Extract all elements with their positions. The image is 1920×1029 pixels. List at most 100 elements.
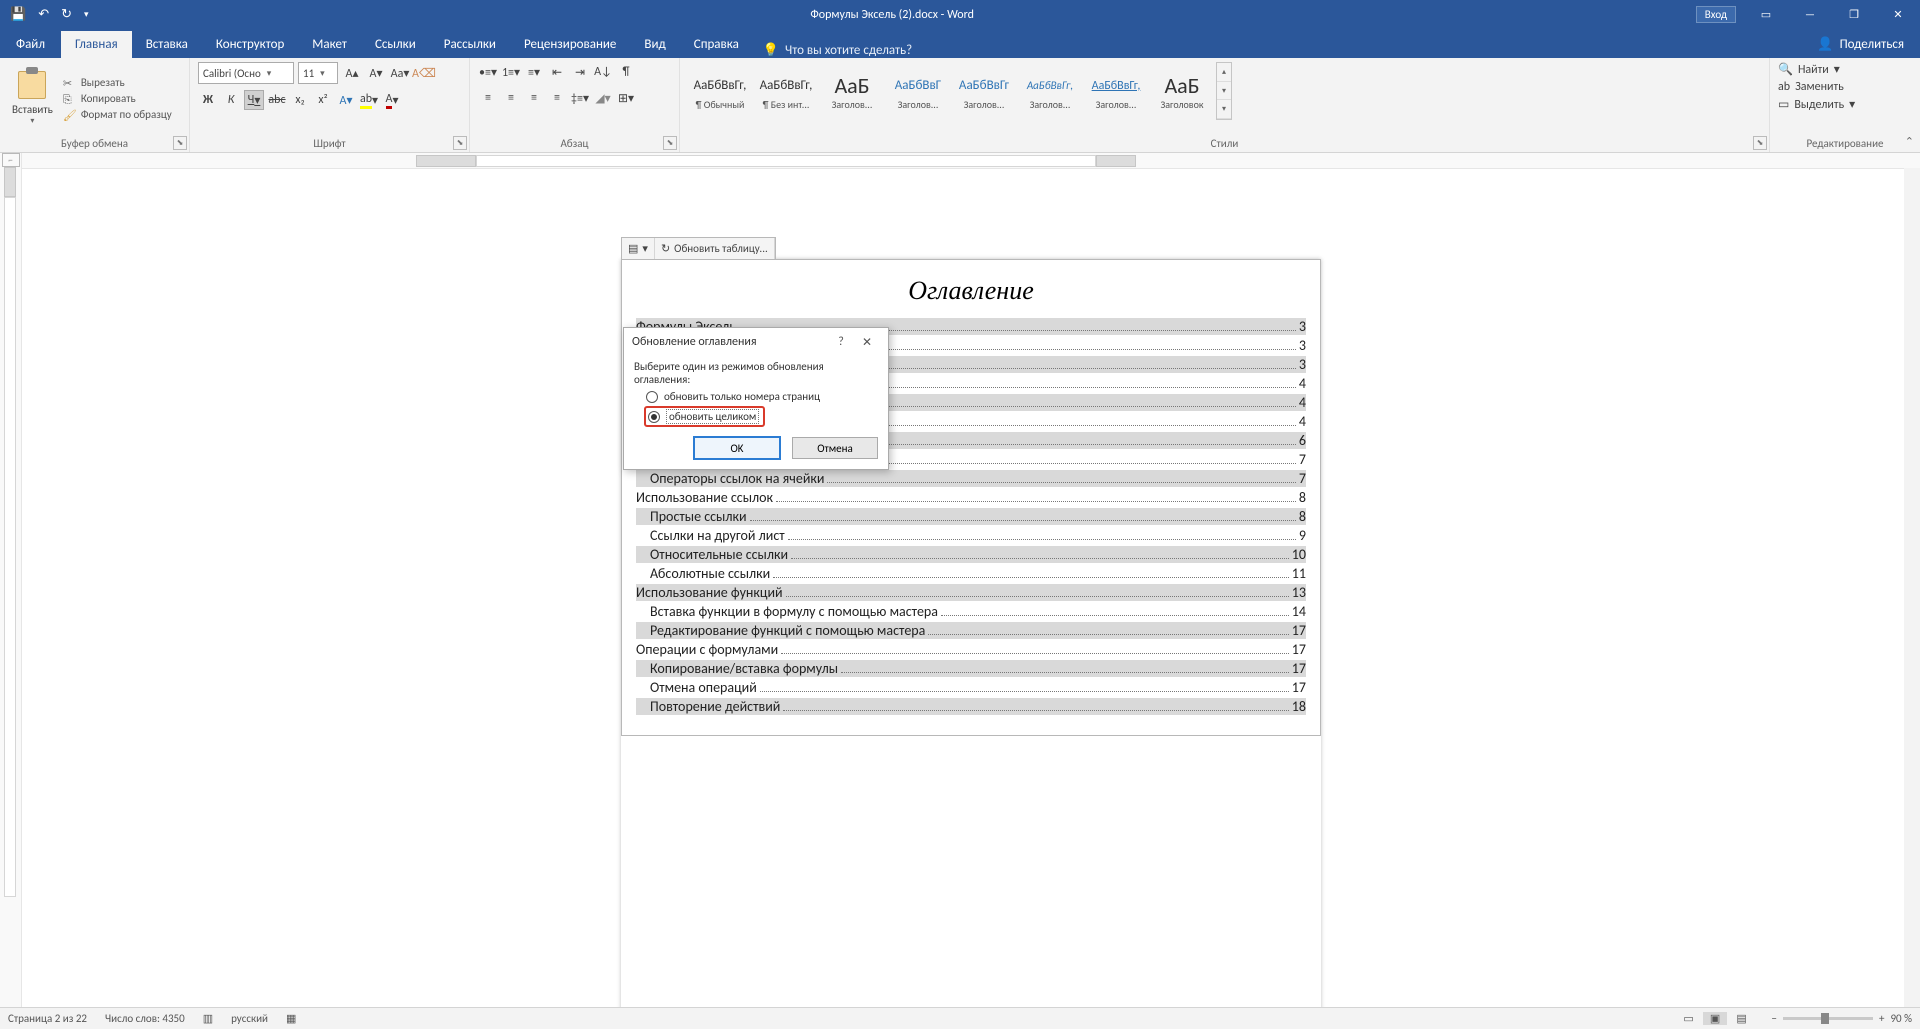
decrease-indent-button[interactable]: ⇤ [547,62,567,82]
align-left-button[interactable]: ≡ [478,88,498,108]
zoom-out-button[interactable]: − [1772,1012,1777,1025]
status-words[interactable]: Число слов: 4350 [105,1012,185,1025]
toc-line[interactable]: Операторы ссылок на ячейки7 [636,470,1306,487]
superscript-button[interactable]: x² [313,90,333,110]
clear-formatting-button[interactable]: A⌫ [414,63,434,83]
font-name-select[interactable]: Calibri (Осно▾ [198,62,294,84]
font-launcher-icon[interactable]: ⬊ [453,136,467,150]
replace-button[interactable]: abЗаменить [1778,80,1912,94]
tab-file[interactable]: Файл [0,31,61,58]
tab-insert[interactable]: Вставка [132,31,202,58]
save-icon[interactable]: 💾 [10,7,26,22]
radio-update-entire[interactable]: обновить целиком [644,406,765,427]
shading-button[interactable]: ◢▾ [593,88,613,108]
style-no-spacing[interactable]: АаБбВвГг,¶ Без инт... [754,62,818,120]
status-language[interactable]: русский [231,1012,268,1025]
select-button[interactable]: ▭Выделить ▾ [1778,97,1912,112]
toc-line[interactable]: Ссылки на другой лист9 [636,527,1306,544]
style-heading-5[interactable]: АаБбВвГг,Заголов... [1084,62,1148,120]
tab-design[interactable]: Конструктор [202,31,298,58]
clipboard-launcher-icon[interactable]: ⬊ [173,136,187,150]
cancel-button[interactable]: Отмена [792,437,878,459]
radio-update-page-numbers[interactable]: обновить только номера страниц [646,390,878,403]
font-color-button[interactable]: A▾ [382,90,402,110]
minimize-icon[interactable]: — [1788,0,1832,29]
zoom-value[interactable]: 90 % [1890,1012,1912,1025]
collapse-ribbon-icon[interactable]: ⌃ [1905,135,1914,148]
chevron-down-icon[interactable]: ▾ [1217,82,1231,101]
strikethrough-button[interactable]: abc [267,90,287,110]
borders-button[interactable]: ⊞▾ [616,88,636,108]
font-size-select[interactable]: 11▾ [298,62,338,84]
show-marks-button[interactable]: ¶ [616,62,636,82]
undo-icon[interactable]: ↶ [38,7,49,22]
toc-line[interactable]: Простые ссылки8 [636,508,1306,525]
toc-line[interactable]: Использование функций13 [636,584,1306,601]
tab-selector[interactable]: ⌐ [2,153,20,167]
justify-button[interactable]: ≡ [547,88,567,108]
paste-dropdown-icon[interactable]: ▾ [30,116,34,126]
multilevel-button[interactable]: ≡▾ [524,62,544,82]
shrink-font-button[interactable]: A▾ [366,63,386,83]
increase-indent-button[interactable]: ⇥ [570,62,590,82]
spellcheck-icon[interactable]: ▥ [203,1012,213,1025]
styles-more-icon[interactable]: ▾ [1217,100,1231,119]
style-heading-1[interactable]: АаБЗаголов... [820,62,884,120]
share-button[interactable]: 👤 Поделиться [1801,31,1920,58]
dialog-close-icon[interactable]: ✕ [854,335,880,350]
style-heading-4[interactable]: АаБбВвГг,Заголов... [1018,62,1082,120]
tell-me-search[interactable]: 💡 Что вы хотите сделать? [763,43,912,58]
vertical-scrollbar[interactable] [1904,168,1920,1007]
styles-scroll[interactable]: ▴▾▾ [1216,62,1232,120]
zoom-slider[interactable] [1783,1017,1873,1020]
chevron-up-icon[interactable]: ▴ [1217,63,1231,82]
style-heading-2[interactable]: АаБбВвГЗаголов... [886,62,950,120]
toc-line[interactable]: Относительные ссылки10 [636,546,1306,563]
toc-line[interactable]: Абсолютные ссылки11 [636,565,1306,582]
macro-icon[interactable]: ▦ [286,1012,296,1025]
line-spacing-button[interactable]: ‡≡▾ [570,88,590,108]
tab-home[interactable]: Главная [61,31,132,58]
sort-button[interactable]: A↓ [593,62,613,82]
styles-launcher-icon[interactable]: ⬊ [1753,136,1767,150]
cut-button[interactable]: ✂Вырезать [63,76,172,89]
tab-view[interactable]: Вид [630,31,679,58]
tab-mailings[interactable]: Рассылки [430,31,510,58]
ok-button[interactable]: OK [694,437,780,459]
close-icon[interactable]: ✕ [1876,0,1920,29]
toc-line[interactable]: Использование ссылок8 [636,489,1306,506]
tab-references[interactable]: Ссылки [361,31,430,58]
toc-update-button[interactable]: ↻Обновить таблицу... [655,238,775,259]
toc-line[interactable]: Операции с формулами17 [636,641,1306,658]
styles-gallery[interactable]: АаБбВвГг,¶ Обычный АаБбВвГг,¶ Без инт...… [688,62,1761,120]
document-area[interactable]: ▤▾ ↻Обновить таблицу... Оглавление Форму… [22,169,1920,1007]
format-painter-button[interactable]: 🖌Формат по образцу [63,108,172,121]
grow-font-button[interactable]: A▴ [342,63,362,83]
status-page[interactable]: Страница 2 из 22 [8,1012,87,1025]
bold-button[interactable]: Ж [198,90,218,110]
tab-layout[interactable]: Макет [298,31,361,58]
align-right-button[interactable]: ≡ [524,88,544,108]
paragraph-launcher-icon[interactable]: ⬊ [663,136,677,150]
toc-menu-button[interactable]: ▤▾ [622,238,655,259]
toc-line[interactable]: Вставка функции в формулу с помощью маст… [636,603,1306,620]
change-case-button[interactable]: Aa▾ [390,63,410,83]
tab-review[interactable]: Рецензирование [510,31,630,58]
zoom-in-button[interactable]: + [1879,1012,1884,1025]
style-title[interactable]: АаБЗаголовок [1150,62,1214,120]
text-effects-button[interactable]: A▾ [336,90,356,110]
copy-button[interactable]: ⎘Копировать [63,92,172,105]
numbering-button[interactable]: 1≡▾ [501,62,521,82]
dialog-help-icon[interactable]: ? [828,335,854,349]
toc-line[interactable]: Повторение действий18 [636,698,1306,715]
align-center-button[interactable]: ≡ [501,88,521,108]
paste-button[interactable]: Вставить ▾ [8,62,57,135]
find-button[interactable]: 🔍Найти ▾ [1778,62,1912,77]
style-heading-3[interactable]: АаБбВвГгЗаголов... [952,62,1016,120]
toc-line[interactable]: Отмена операций17 [636,679,1306,696]
maximize-icon[interactable]: ❐ [1832,0,1876,29]
highlight-button[interactable]: ab▾ [359,90,379,110]
tab-help[interactable]: Справка [680,31,753,58]
style-normal[interactable]: АаБбВвГг,¶ Обычный [688,62,752,120]
underline-button[interactable]: Ч▾ [244,90,264,110]
